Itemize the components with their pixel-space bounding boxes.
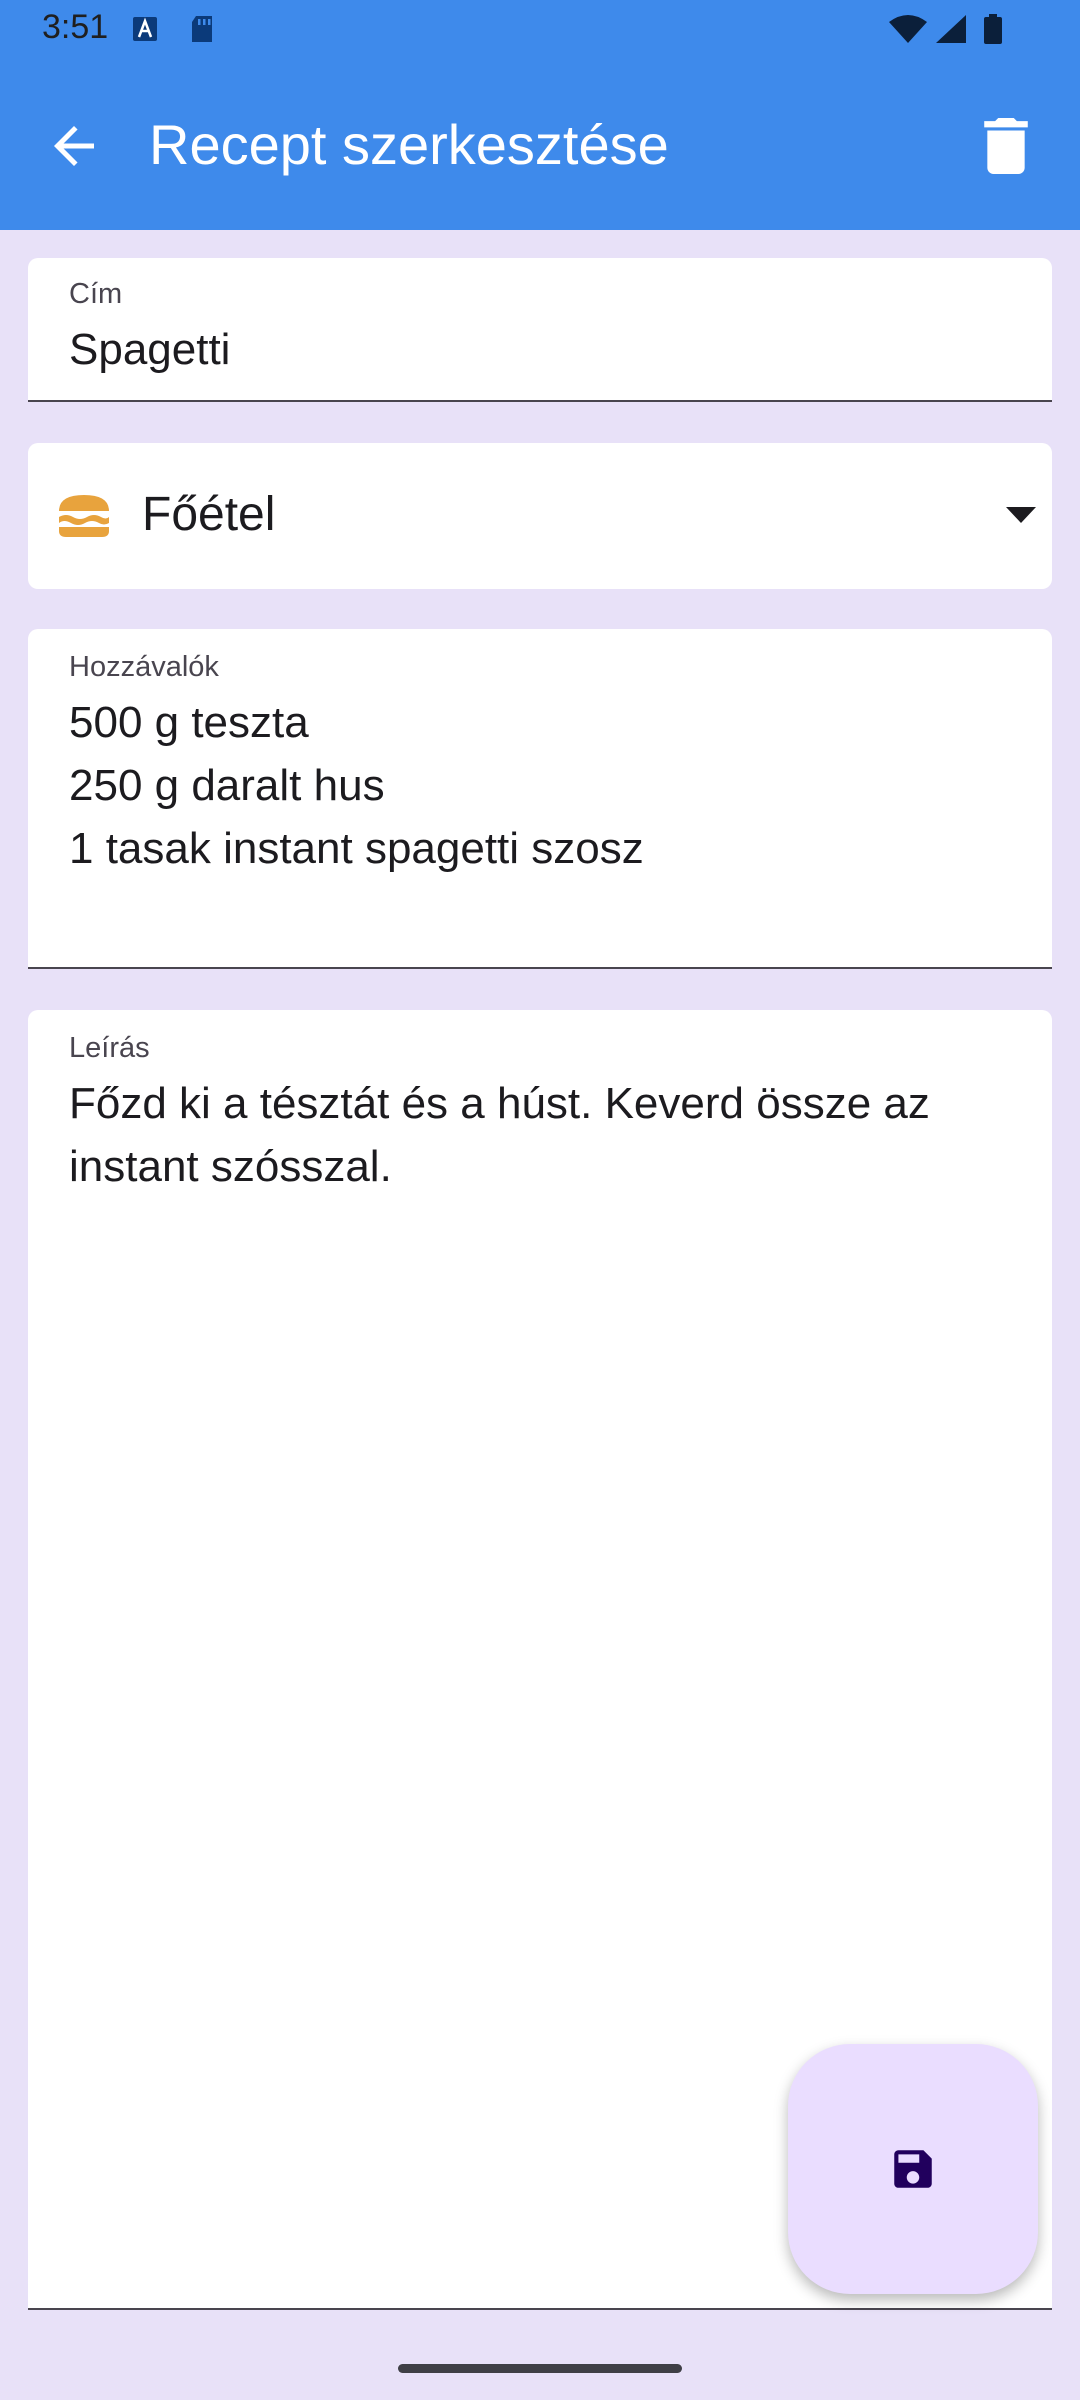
page-title: Recept szerkesztése [149,113,669,176]
burger-icon [59,495,109,537]
status-bar: 3:51 [0,0,1080,64]
cellular-signal-icon [936,15,966,43]
top-app-bar: 3:51 Recept szerkesztése [0,0,1080,230]
title-field-underline [28,400,1052,402]
wifi-icon [889,15,927,43]
ingredients-field-value[interactable]: 500 g teszta 250 g daralt hus 1 tasak in… [69,691,644,880]
ingredients-field[interactable]: Hozzávalók 500 g teszta 250 g daralt hus… [28,629,1052,969]
title-field-value[interactable]: Spagetti [69,318,230,381]
ingredients-field-underline [28,967,1052,969]
save-button[interactable] [788,2044,1038,2294]
title-field[interactable]: Cím Spagetti [28,258,1052,402]
status-time: 3:51 [42,8,109,46]
notification-a-icon [133,17,157,41]
save-icon [894,2150,932,2188]
category-dropdown[interactable]: Főétel [28,443,1052,589]
ingredients-field-label: Hozzávalók [69,651,219,683]
description-field-underline [28,2308,1052,2310]
arrow-back-icon[interactable] [44,116,104,176]
navigation-handle[interactable] [398,2364,682,2373]
trash-icon[interactable] [982,118,1030,174]
title-field-label: Cím [69,278,123,310]
description-field-value[interactable]: Főzd ki a tésztát és a húst. Keverd össz… [69,1072,1029,1198]
sd-card-icon [192,16,212,42]
arrow-drop-down-icon[interactable] [1006,507,1036,525]
description-field-label: Leírás [69,1032,150,1064]
category-selected-value: Főétel [142,488,276,541]
battery-icon [984,14,1002,44]
